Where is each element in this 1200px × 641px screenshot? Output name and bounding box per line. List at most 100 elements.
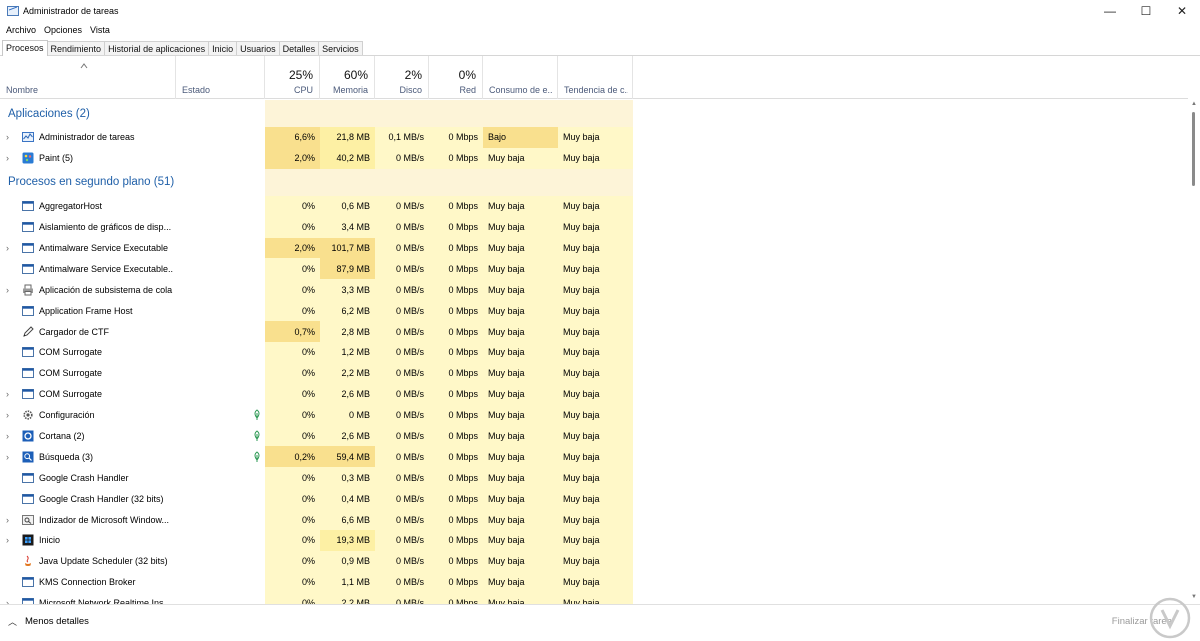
cell-cpu: 0% <box>265 300 320 322</box>
process-row[interactable]: › Inicio 0% 19,3 MB 0 MB/s 0 Mbps Muy baja Muy … <box>0 530 1188 551</box>
less-details-button[interactable]: ︿ Menos detalles <box>8 615 89 628</box>
column-cpu[interactable]: 25% CPU <box>265 56 320 99</box>
cell-disk: 0 MB/s <box>375 404 429 426</box>
process-name: COM Surrogate <box>39 389 103 400</box>
cell-net: 0 Mbps <box>429 127 483 148</box>
cell-disk: 0 MB/s <box>375 383 429 405</box>
expand-chevron-icon[interactable]: › <box>6 509 9 530</box>
expand-chevron-icon[interactable]: › <box>6 530 9 551</box>
process-row[interactable]: KMS Connection Broker 0% 1,1 MB 0 MB/s 0 Mbp… <box>0 571 1188 593</box>
window-icon <box>22 388 34 400</box>
column-memoria[interactable]: 60% Memoria <box>320 56 375 99</box>
cell-net: 0 Mbps <box>429 509 483 531</box>
process-row[interactable]: Java Update Scheduler (32 bits) 0% 0,9 MB 0… <box>0 550 1188 572</box>
process-row[interactable]: COM Surrogate 0% 1,2 MB 0 MB/s 0 Mbps Muy baj… <box>0 342 1188 363</box>
expand-chevron-icon[interactable]: › <box>6 127 9 148</box>
tab-detalles[interactable]: Detalles <box>278 41 320 56</box>
scroll-up-arrow-icon[interactable]: ▲ <box>1190 100 1198 108</box>
cell-disk: 0 MB/s <box>375 467 429 489</box>
cell-power: Muy baja <box>483 195 558 217</box>
suspended-leaf-icon <box>252 451 262 463</box>
expand-chevron-icon[interactable]: › <box>6 446 9 467</box>
expand-chevron-icon[interactable]: › <box>6 426 9 447</box>
process-row[interactable]: Antimalware Service Executable... 0% 87,9 … <box>0 258 1188 280</box>
cell-trend: Muy baja <box>558 404 633 426</box>
process-row[interactable]: › Microsoft Network Realtime Ins... 0% 2,2 … <box>0 592 1188 604</box>
tab-inicio[interactable]: Inicio <box>208 41 238 56</box>
cell-disk: 0 MB/s <box>375 258 429 280</box>
process-row[interactable]: › COM Surrogate 0% 2,6 MB 0 MB/s 0 Mbps Muy ba… <box>0 383 1188 405</box>
pen-icon <box>22 325 34 338</box>
menu-archivo[interactable]: Archivo <box>6 23 36 38</box>
scroll-thumb[interactable] <box>1192 112 1195 186</box>
expand-chevron-icon[interactable]: › <box>6 279 9 300</box>
process-row[interactable]: › Indizador de Microsoft Window... 0% 6,6 M… <box>0 509 1188 531</box>
cell-mem: 2,6 MB <box>320 425 375 447</box>
group-header-cell <box>320 168 375 196</box>
column-tendencia[interactable]: Tendencia de c... <box>558 56 633 99</box>
process-name: Application Frame Host <box>39 305 133 316</box>
column-consumo-label: Consumo de e... <box>489 85 553 95</box>
cell-power: Muy baja <box>483 279 558 301</box>
process-row[interactable]: › Aplicación de subsistema de cola 0% 3,3 M… <box>0 279 1188 301</box>
expand-chevron-icon[interactable]: › <box>6 405 9 426</box>
task-manager-icon <box>7 6 19 16</box>
column-consumo[interactable]: Consumo de e... <box>483 56 558 99</box>
suspended-leaf-icon <box>252 409 262 421</box>
column-nombre[interactable]: Nombre <box>0 56 176 99</box>
column-estado[interactable]: Estado <box>176 56 265 99</box>
minimize-button[interactable]: — <box>1092 0 1128 22</box>
window-controls: — ☐ ✕ <box>1092 0 1200 22</box>
process-row[interactable]: Google Crash Handler (32 bits) 0% 0,4 MB 0 … <box>0 488 1188 510</box>
close-button[interactable]: ✕ <box>1164 0 1200 22</box>
expand-chevron-icon[interactable]: › <box>6 384 9 405</box>
vertical-scrollbar[interactable]: ▲ ▼ <box>1190 100 1198 603</box>
cell-net: 0 Mbps <box>429 258 483 280</box>
tab-usuarios[interactable]: Usuarios <box>236 41 280 56</box>
window-icon <box>22 305 34 317</box>
process-name: Cortana (2) <box>39 431 85 442</box>
process-row[interactable]: › Antimalware Service Executable 2,0% 101,7… <box>0 237 1188 259</box>
process-row[interactable]: › Búsqueda (3) 0,2% 59,4 MB 0 MB/s 0 Mbps Muy … <box>0 446 1188 468</box>
cell-mem: 87,9 MB <box>320 258 375 280</box>
process-row[interactable]: AggregatorHost 0% 0,6 MB 0 MB/s 0 Mbps Muy ba… <box>0 195 1188 217</box>
cell-trend: Muy baja <box>558 488 633 510</box>
tab-historial[interactable]: Historial de aplicaciones <box>104 41 210 56</box>
cell-mem: 0,3 MB <box>320 467 375 489</box>
expand-chevron-icon[interactable]: › <box>6 238 9 259</box>
expand-chevron-icon[interactable]: › <box>6 593 9 604</box>
expand-chevron-icon[interactable]: › <box>6 148 9 169</box>
menu-opciones[interactable]: Opciones <box>44 23 82 38</box>
process-row[interactable]: › Administrador de tareas 6,6% 21,8 MB 0,1 M… <box>0 127 1188 148</box>
process-row[interactable]: › Cortana (2) 0% 2,6 MB 0 MB/s 0 Mbps Muy baja… <box>0 425 1188 447</box>
sort-ascending-icon <box>80 63 88 69</box>
cell-mem: 1,1 MB <box>320 571 375 593</box>
process-row[interactable]: Cargador de CTF 0,7% 2,8 MB 0 MB/s 0 Mbps Muy… <box>0 321 1188 343</box>
cell-power: Muy baja <box>483 592 558 604</box>
tab-servicios[interactable]: Servicios <box>318 41 363 56</box>
tab-rendimiento[interactable]: Rendimiento <box>46 41 106 56</box>
cell-mem: 21,8 MB <box>320 127 375 148</box>
cell-cpu: 0% <box>265 425 320 447</box>
window-icon <box>22 597 34 604</box>
column-disco[interactable]: 2% Disco <box>375 56 429 99</box>
process-name: Indizador de Microsoft Window... <box>39 514 170 525</box>
process-row[interactable]: Aislamiento de gráficos de disp... 0% 3,4 … <box>0 216 1188 238</box>
menu-vista[interactable]: Vista <box>90 23 110 38</box>
group-header-cell <box>558 100 633 127</box>
process-row[interactable]: › Configuración 0% 0 MB 0 MB/s 0 Mbps Muy baja… <box>0 404 1188 426</box>
window-icon <box>22 242 34 254</box>
process-name: KMS Connection Broker <box>39 577 136 588</box>
cell-mem: 40,2 MB <box>320 147 375 169</box>
cell-trend: Muy baja <box>558 509 633 531</box>
tab-procesos[interactable]: Procesos <box>2 40 48 56</box>
maximize-button[interactable]: ☐ <box>1128 0 1164 22</box>
process-row[interactable]: Application Frame Host 0% 6,2 MB 0 MB/s 0 Mb… <box>0 300 1188 322</box>
process-row[interactable]: COM Surrogate 0% 2,2 MB 0 MB/s 0 Mbps Muy baj… <box>0 362 1188 384</box>
window-icon <box>22 367 34 379</box>
column-red[interactable]: 0% Red <box>429 56 483 99</box>
process-row[interactable]: Google Crash Handler 0% 0,3 MB 0 MB/s 0 Mbps… <box>0 467 1188 489</box>
column-estado-label: Estado <box>182 85 211 95</box>
process-row[interactable]: › Paint (5) 2,0% 40,2 MB 0 MB/s 0 Mbps Muy baj… <box>0 147 1188 169</box>
network-total: 0% <box>458 68 476 82</box>
